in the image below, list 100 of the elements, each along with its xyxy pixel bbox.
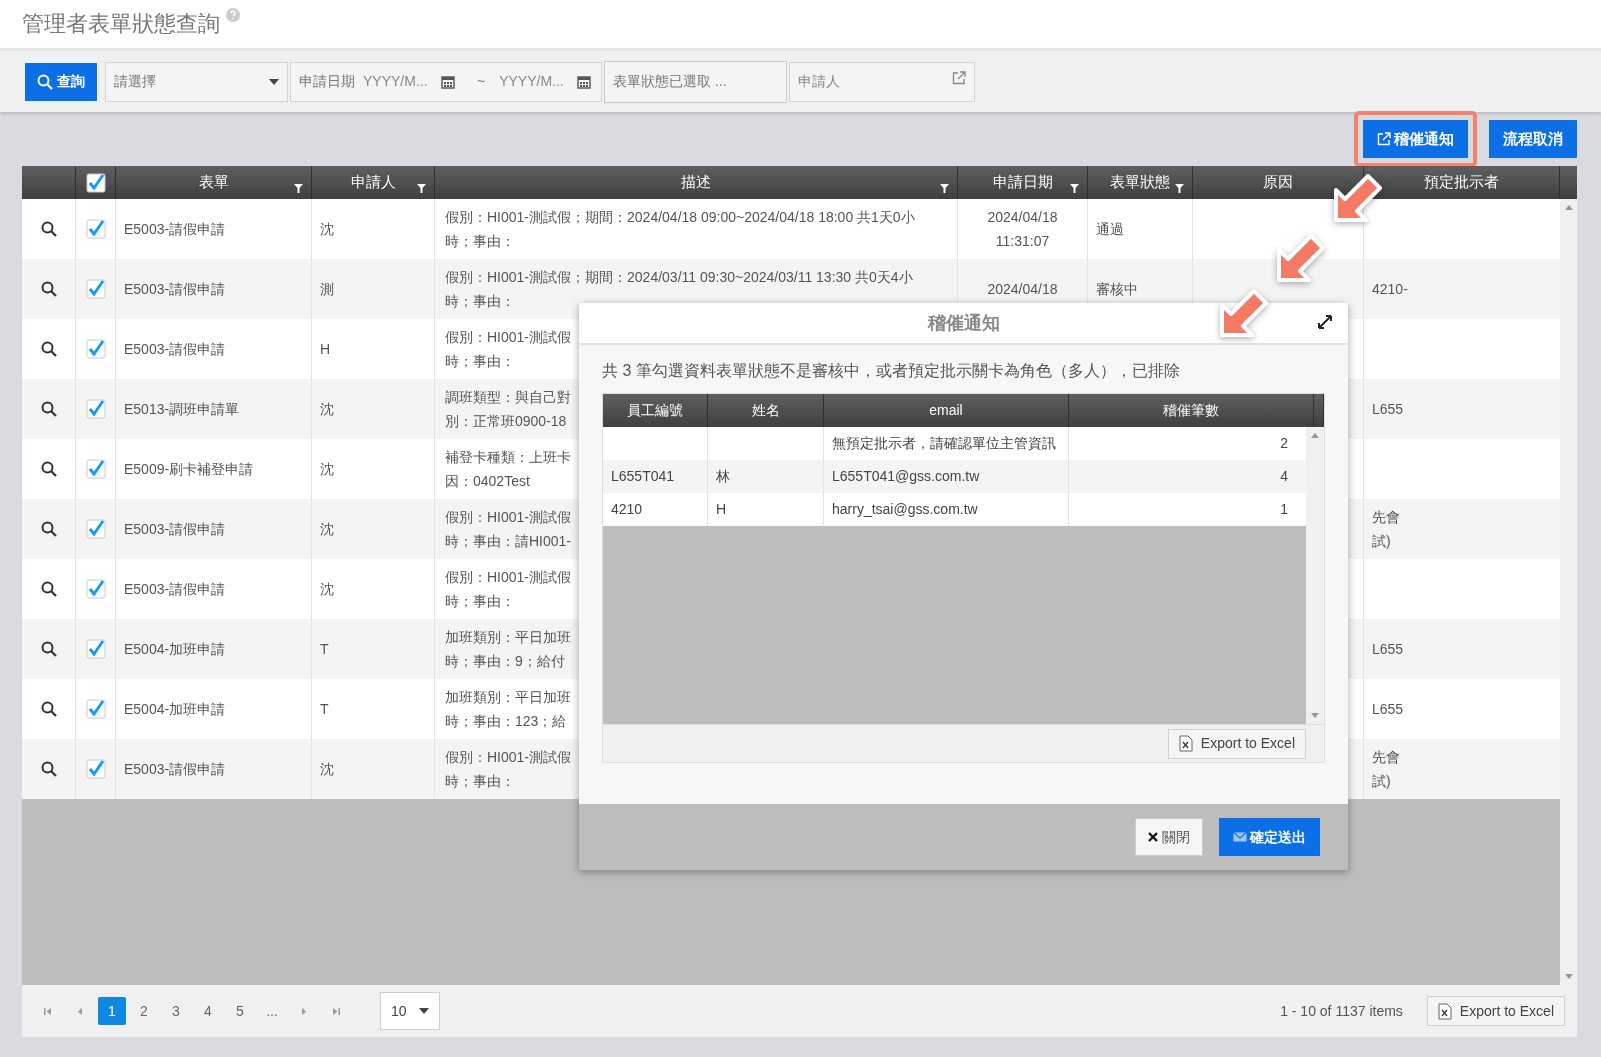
view-icon[interactable] xyxy=(40,581,57,597)
checkbox[interactable] xyxy=(85,579,106,599)
next-page-icon xyxy=(299,1007,309,1017)
scrollbar[interactable] xyxy=(1560,199,1577,985)
view-icon[interactable] xyxy=(40,761,57,777)
checkbox[interactable] xyxy=(85,519,106,539)
approver-text: 試) xyxy=(1372,532,1391,551)
view-icon[interactable] xyxy=(40,341,57,357)
description-text: 時；事由： xyxy=(445,352,515,371)
count-text: 4 xyxy=(1280,467,1288,486)
search-icon xyxy=(37,73,53,90)
date-from-field[interactable]: YYYY/M... xyxy=(363,71,433,92)
filter-icon xyxy=(417,184,426,193)
date-text: 2024/04/18 xyxy=(987,280,1058,299)
description-text: 加班類別：平日加班 xyxy=(445,688,571,707)
checkbox[interactable] xyxy=(85,172,106,193)
approver-text: L655 xyxy=(1372,640,1404,659)
form-name: E5013-調班申請單 xyxy=(124,399,240,419)
column-header[interactable]: 原因 xyxy=(1263,171,1293,194)
applicant-name: T xyxy=(320,699,329,719)
employee-name: H xyxy=(716,500,727,519)
page-button[interactable]: 4 xyxy=(194,997,222,1025)
action-button[interactable]: 流程取消 xyxy=(1489,120,1577,158)
view-icon[interactable] xyxy=(40,221,57,237)
scroll-down-icon[interactable] xyxy=(1311,713,1319,718)
column-header[interactable]: 描述 xyxy=(681,171,711,194)
pager-summary: 1 - 10 of 1137 items xyxy=(1280,1001,1403,1021)
checkbox[interactable] xyxy=(85,639,106,659)
email-text: 無預定批示者，請確認單位主管資訊 xyxy=(832,434,1056,453)
mail-icon xyxy=(1233,832,1247,842)
applicant-name: T xyxy=(320,639,329,659)
date-label: 申請日期 xyxy=(299,72,355,91)
approver-text: L655 xyxy=(1372,700,1404,719)
page-button[interactable]: ... xyxy=(258,997,286,1025)
applicant-name: 沈 xyxy=(320,459,334,479)
expand-icon[interactable] xyxy=(1318,315,1332,329)
page-button[interactable]: 5 xyxy=(226,997,254,1025)
calendar-icon xyxy=(441,74,455,89)
status-select[interactable]: 表單狀態已選取 ... xyxy=(604,60,787,103)
form-name: E5003-請假申請 xyxy=(124,759,226,779)
open-picker-icon[interactable] xyxy=(952,70,966,85)
form-name: E5009-刷卡補登申請 xyxy=(124,459,254,479)
dialog-title: 稽催通知 xyxy=(927,311,1000,335)
applicant-name: 沈 xyxy=(320,519,334,539)
close-button[interactable]: 關閉 xyxy=(1135,818,1203,856)
count-text: 1 xyxy=(1280,500,1288,519)
view-icon[interactable] xyxy=(40,281,57,297)
page-size-select[interactable]: 10 xyxy=(380,992,440,1030)
submit-button[interactable]: 確定送出 xyxy=(1219,818,1320,856)
description-text: 別：正常班0900-18 xyxy=(445,412,567,431)
view-icon[interactable] xyxy=(40,521,57,537)
approver-text: 試) xyxy=(1372,772,1391,791)
form-name: E5003-請假申請 xyxy=(124,579,226,599)
range-separator: ~ xyxy=(477,72,486,91)
employee-name: 林 xyxy=(716,467,730,486)
description-text: 加班類別：平日加班 xyxy=(445,628,571,647)
page-button[interactable]: 2 xyxy=(130,997,158,1025)
scroll-up-icon[interactable] xyxy=(1564,205,1573,210)
column-header[interactable]: 表單狀態 xyxy=(1110,171,1170,194)
filter-icon xyxy=(1070,184,1079,193)
caret-icon xyxy=(419,1008,429,1014)
applicant-name: 沈 xyxy=(320,219,334,239)
view-icon[interactable] xyxy=(40,701,57,717)
form-name: E5004-加班申請 xyxy=(124,639,226,659)
scrollbar[interactable] xyxy=(1306,427,1324,724)
export-button[interactable]: Export to Excel xyxy=(1167,728,1306,759)
date-text: 11:31:07 xyxy=(995,232,1050,251)
date-to-field[interactable]: YYYY/M... xyxy=(499,71,570,92)
description-text: 假別：HI001-測試假；期間：2024/03/11 09:30~2024/03/11 13:30 共0天4小 xyxy=(445,268,913,287)
checkbox[interactable] xyxy=(85,759,106,779)
page-button[interactable]: 3 xyxy=(162,997,190,1025)
type-select[interactable]: 請選擇 xyxy=(105,61,288,102)
checkbox[interactable] xyxy=(85,459,106,479)
external-link-icon xyxy=(1377,132,1391,146)
view-icon[interactable] xyxy=(40,461,57,477)
action-button[interactable]: 稽催通知 xyxy=(1363,120,1468,158)
column-header[interactable]: 申請人 xyxy=(350,171,396,194)
filter-icon xyxy=(1175,184,1184,193)
column-header[interactable]: 申請日期 xyxy=(992,171,1053,194)
applicant-name: 沈 xyxy=(320,399,334,419)
view-icon[interactable] xyxy=(40,401,57,417)
description-text: 因：0402Test xyxy=(445,472,530,491)
help-icon xyxy=(226,8,240,22)
scroll-down-icon[interactable] xyxy=(1564,974,1573,979)
checkbox[interactable] xyxy=(85,339,106,359)
form-name: E5003-請假申請 xyxy=(124,279,226,299)
employee-id: 4210 xyxy=(611,500,643,519)
description-text: 時；事由： xyxy=(445,232,515,251)
page-button[interactable]: 1 xyxy=(98,997,126,1025)
checkbox[interactable] xyxy=(85,399,106,419)
description-text: 時；事由：9；給付 xyxy=(445,652,565,671)
export-button[interactable]: Export to Excel xyxy=(1426,996,1565,1026)
column-header[interactable]: 表單 xyxy=(198,171,229,194)
search-button[interactable]: 查詢 xyxy=(25,62,97,101)
view-icon[interactable] xyxy=(40,641,57,657)
checkbox[interactable] xyxy=(85,219,106,239)
description-text: 假別：HI001-測試假 xyxy=(445,328,572,347)
checkbox[interactable] xyxy=(85,279,106,299)
column-header[interactable]: 預定批示者 xyxy=(1424,171,1499,194)
checkbox[interactable] xyxy=(85,699,106,719)
